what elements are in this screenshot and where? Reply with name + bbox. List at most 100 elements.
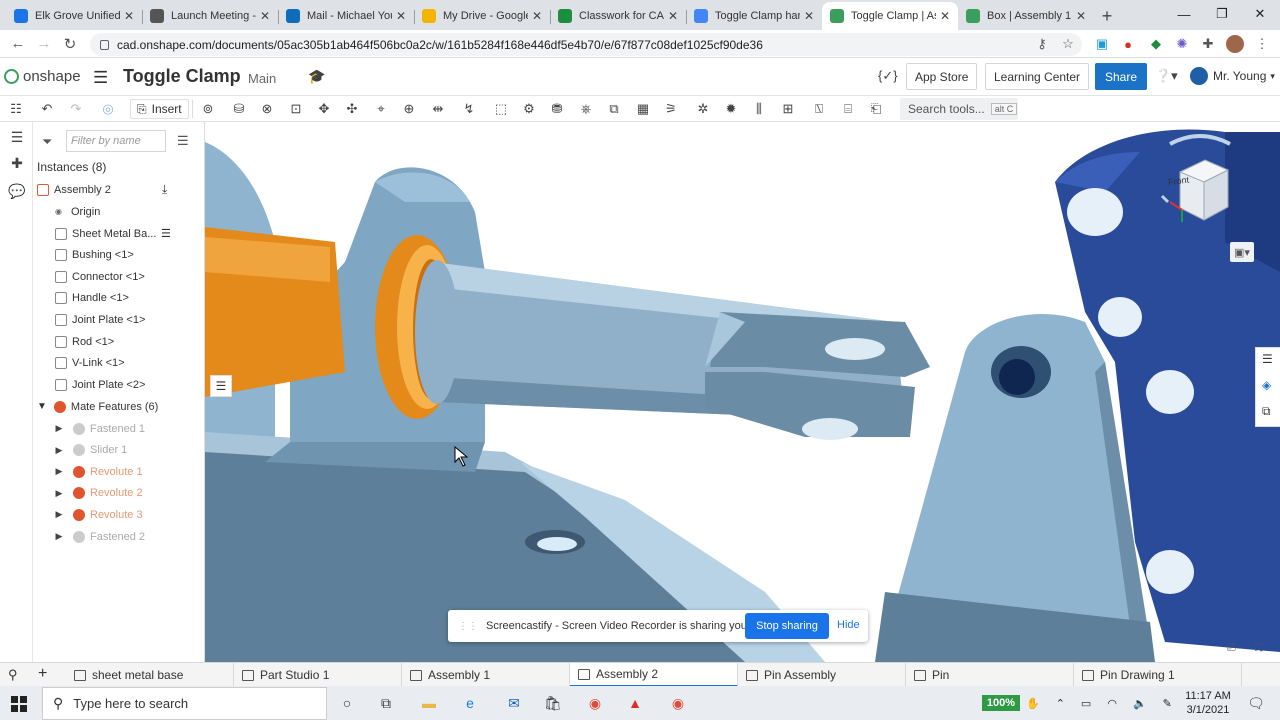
comments-icon[interactable]: 💬 [8, 182, 26, 200]
browser-tab[interactable]: Toggle Clamp hardware ✕ [686, 2, 822, 30]
filter-input[interactable]: Filter by name [66, 130, 166, 152]
undo-icon[interactable]: ↶ [37, 99, 57, 119]
maximize-icon[interactable]: ❐ [1202, 0, 1242, 28]
graphics-viewport[interactable]: Front ▣▾ ☰ ◈ ⧉ ☰ ⎚ ⛶ [205, 122, 1280, 662]
app-store-button[interactable]: App Store [906, 63, 978, 90]
appearance-panel-icon[interactable]: ☰ [1262, 352, 1273, 366]
mate-connector-icon[interactable]: ⛁ [229, 99, 249, 119]
filter-icon[interactable]: ⏷ [42, 134, 52, 150]
stop-sharing-button[interactable]: Stop sharing [745, 613, 829, 639]
share-button[interactable]: Share [1095, 63, 1147, 90]
fastened-mate-icon[interactable]: ⊗ [257, 99, 277, 119]
system-clock[interactable]: 11:17 AM 3/1/2021 [1180, 689, 1236, 717]
user-menu[interactable]: Mr. Young ▾ [1190, 67, 1275, 85]
mate-item[interactable]: ▶ Revolute 1 [53, 461, 225, 482]
slider-mate-icon[interactable]: ✥ [314, 99, 334, 119]
section-tool-icon[interactable]: ⎚ [1227, 642, 1236, 655]
touch-icon[interactable]: ✋ [1026, 697, 1040, 710]
rack-pinion-icon[interactable]: ⛃ [547, 99, 567, 119]
expand-chevron-icon[interactable]: ▶ [53, 488, 65, 499]
tab-close-icon[interactable]: ✕ [396, 9, 406, 23]
chrome-2-icon[interactable]: ◉ [666, 691, 690, 715]
help-icon[interactable]: ❔▾ [1155, 68, 1178, 84]
extension-green-icon[interactable]: ◆ [1148, 36, 1164, 52]
mate-item[interactable]: ▶ Revolute 3 [53, 504, 225, 525]
named-position-icon[interactable]: ⊞ [778, 99, 798, 119]
reload-icon[interactable]: ↻ [57, 31, 83, 57]
mate-features-header[interactable]: ▼ Mate Features (6) [37, 396, 209, 417]
outline-toggle-icon[interactable]: ☰ [210, 375, 232, 397]
edge-icon[interactable]: e [458, 691, 482, 715]
settings-gear-icon[interactable]: ✹ [721, 99, 741, 119]
instance-item[interactable]: Rod <1> [55, 331, 227, 352]
chevron-up-icon[interactable]: ⌃ [1056, 697, 1065, 710]
tab-manager-icon[interactable]: ⚲ [8, 667, 18, 683]
insert-button[interactable]: ⎘ Insert [130, 99, 189, 119]
volume-icon[interactable]: 🔈 [1133, 697, 1147, 710]
document-tab[interactable]: Pin Assembly [738, 663, 906, 687]
forward-icon[interactable]: → [31, 31, 57, 57]
instance-item[interactable]: Bushing <1> [55, 245, 227, 266]
url-field[interactable]: cad.onshape.com/documents/05ac305b1ab464… [90, 33, 1082, 56]
browser-tab[interactable]: Mail - Michael Young ✕ [278, 2, 414, 30]
zoom-badge[interactable]: 100% [982, 695, 1020, 711]
assembly-root[interactable]: Assembly 2 ⤓ [37, 179, 209, 200]
file-explorer-icon[interactable]: ▬ [417, 691, 441, 715]
configuration-panel-icon[interactable]: ◈ [1262, 378, 1271, 392]
pen-icon[interactable]: ✎ [1163, 697, 1172, 710]
instance-item[interactable]: Connector <1> [55, 266, 227, 287]
cortana-icon[interactable]: ○ [335, 691, 359, 715]
star-icon[interactable]: ☆ [1060, 36, 1076, 52]
tab-close-icon[interactable]: ✕ [532, 9, 542, 23]
origin-item[interactable]: ◉ Origin [55, 201, 227, 222]
document-tab[interactable]: Assembly 2 [570, 663, 738, 687]
insert-instance-icon[interactable]: ✚ [8, 154, 26, 172]
browser-tab[interactable]: My Drive - Google Drive ✕ [414, 2, 550, 30]
measure-icon[interactable]: ⌸ [838, 99, 858, 119]
mate-item[interactable]: ▶ Fastened 2 [53, 526, 225, 547]
drag-handle-icon[interactable]: ⋮⋮ [458, 621, 478, 632]
expand-chevron-icon[interactable]: ▶ [53, 531, 65, 542]
key-icon[interactable]: ⚷ [1034, 36, 1050, 52]
screw-relation-icon[interactable]: ⎈ [576, 99, 596, 119]
new-tab-icon[interactable]: + [1094, 2, 1120, 30]
mail-icon[interactable]: ✉ [502, 691, 526, 715]
menu-dots-icon[interactable]: ⋮ [1254, 36, 1270, 52]
store-icon[interactable]: 🛍 [541, 691, 565, 715]
browser-tab[interactable]: Box | Assembly 1 ✕ [958, 2, 1094, 30]
tab-close-icon[interactable]: ✕ [124, 9, 134, 23]
gear-relation-icon[interactable]: ⚙ [519, 99, 539, 119]
planar-mate-icon[interactable]: ✣ [342, 99, 362, 119]
browser-tab[interactable]: Toggle Clamp | Assembly ✕ [822, 2, 958, 30]
branch-name[interactable]: Main [248, 71, 276, 86]
instances-header[interactable]: Instances (8) [37, 160, 106, 174]
add-tab-icon[interactable]: + [38, 665, 47, 683]
cylindrical-mate-icon[interactable]: ⌖ [371, 99, 391, 119]
list-view-icon[interactable]: ☰ [177, 133, 189, 149]
instance-item[interactable]: Sheet Metal Ba... ☰ [55, 223, 227, 244]
onshape-logo[interactable]: onshape [4, 68, 81, 85]
hide-link[interactable]: Hide [837, 619, 860, 631]
linear-relation-icon[interactable]: ⧉ [604, 99, 624, 119]
acrobat-icon[interactable]: ▲ [623, 691, 647, 715]
instance-item[interactable]: V-Link <1> [55, 353, 227, 374]
regenerate-icon[interactable]: ◎ [98, 99, 118, 119]
back-icon[interactable]: ← [5, 31, 31, 57]
browser-tab[interactable]: Elk Grove Unified ✕ [6, 2, 142, 30]
profile-avatar[interactable] [1226, 35, 1244, 53]
parallel-mate-icon[interactable]: ⇹ [428, 99, 448, 119]
tab-close-icon[interactable]: ✕ [940, 9, 950, 23]
tab-close-icon[interactable]: ✕ [668, 9, 678, 23]
browser-tab[interactable]: Classwork for CAD ✕ [550, 2, 686, 30]
close-window-icon[interactable]: ✕ [1240, 0, 1280, 28]
mate-item[interactable]: ▶ Revolute 2 [53, 483, 225, 504]
view-style-icon[interactable]: ⛶ [1255, 642, 1263, 655]
tab-close-icon[interactable]: ✕ [260, 9, 270, 23]
action-center-icon[interactable]: 🗨 [1244, 691, 1268, 715]
document-tab[interactable]: Assembly 1 [402, 663, 570, 687]
mate-item[interactable]: ▶ Fastened 1 [53, 418, 225, 439]
puzzle-icon[interactable]: ✚ [1200, 36, 1216, 52]
expand-chevron-icon[interactable]: ▶ [53, 509, 65, 520]
extension-record-icon[interactable]: ● [1120, 36, 1136, 52]
document-title[interactable]: Toggle Clamp [123, 66, 241, 87]
